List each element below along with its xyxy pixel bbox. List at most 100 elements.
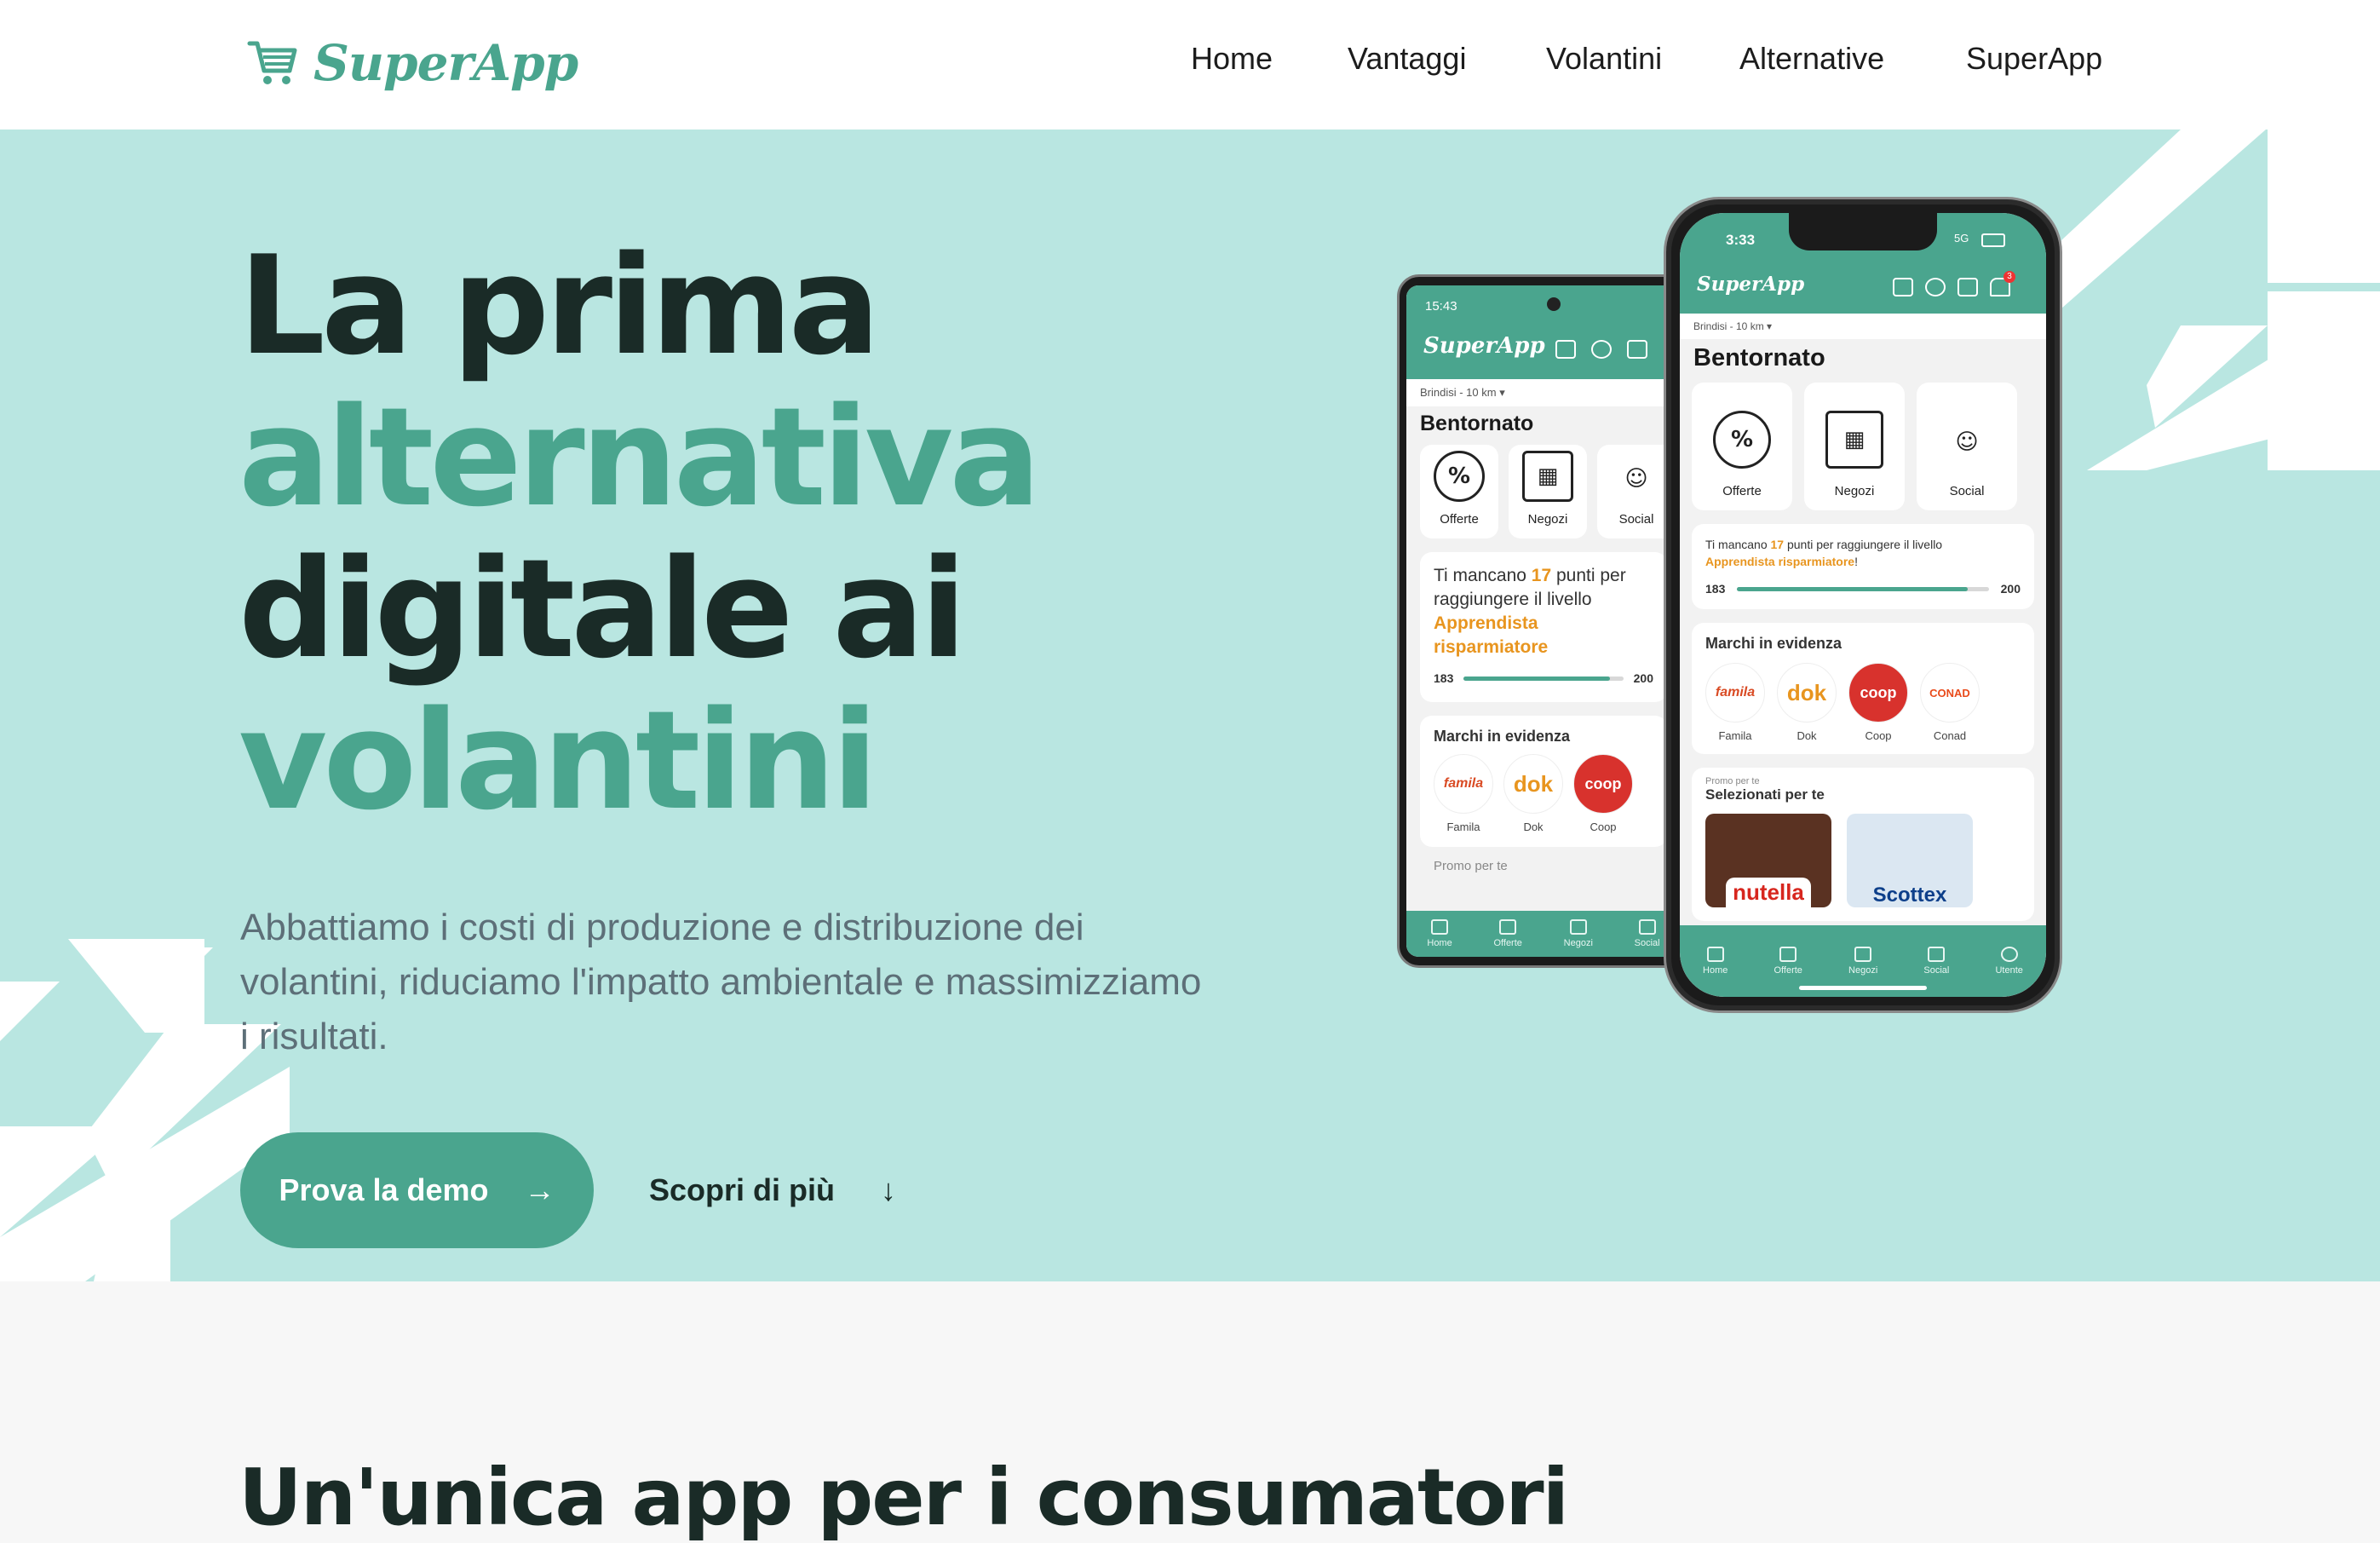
points-value: 17 — [1770, 538, 1785, 551]
search-icon — [1925, 278, 1946, 297]
learn-more-label: Scopri di più — [649, 1172, 836, 1207]
iphone-card-label: Negozi — [1834, 484, 1875, 498]
brand-conad[interactable]: CONAD Conad — [1920, 663, 1980, 742]
iphone-greeting: Bentornato — [1693, 344, 1825, 371]
android-location[interactable]: Brindisi - 10 km ▾ — [1406, 379, 1681, 406]
wallet-icon — [1555, 340, 1576, 359]
points-text: Ti mancano — [1705, 538, 1768, 551]
promo-title: Selezionati per te — [1705, 786, 1825, 803]
headline-line-4: volantini — [239, 681, 878, 840]
brand-label: Conad — [1933, 729, 1967, 742]
store-icon: ▦ — [1522, 451, 1573, 502]
tab-utente[interactable]: Utente — [1995, 947, 2023, 976]
tab-label: Offerte — [1774, 965, 1802, 976]
android-card-label: Social — [1618, 512, 1654, 527]
brands-title: Marchi in evidenza — [1705, 635, 1842, 652]
tab-negozi[interactable]: Negozi — [1848, 947, 1877, 976]
battery-icon — [1981, 233, 2005, 247]
nav-superapp[interactable]: SuperApp — [1966, 41, 2102, 77]
store-icon — [1569, 919, 1587, 935]
brand-label: Famila — [1718, 729, 1752, 742]
tab-label: Home — [1427, 938, 1452, 948]
promo-label: Promo per te — [1434, 859, 1508, 873]
points-value: 17 — [1531, 566, 1552, 585]
product-card-scottex[interactable]: Scottex — [1847, 814, 1973, 907]
android-card-negozi[interactable]: ▦ Negozi — [1509, 445, 1587, 538]
offers-icon — [1779, 947, 1797, 962]
home-icon — [1431, 919, 1449, 935]
people-icon — [1638, 919, 1656, 935]
logo-text: SuperApp — [313, 34, 578, 92]
android-app-header: 15:43 SuperApp — [1406, 285, 1681, 379]
arrow-right-icon: → — [524, 1172, 555, 1207]
iphone-brands-box: Marchi in evidenza famila Famila dok Dok… — [1692, 623, 2034, 754]
tab-offerte[interactable]: Offerte — [1774, 947, 1802, 976]
level-suffix: ! — [1854, 555, 1858, 568]
conad-logo-icon: CONAD — [1920, 663, 1980, 723]
brand-famila[interactable]: famila Famila — [1434, 754, 1493, 833]
famila-logo-icon: famila — [1434, 754, 1493, 814]
nav-alternative[interactable]: Alternative — [1739, 41, 1884, 77]
home-icon — [1706, 947, 1724, 962]
android-card-social[interactable]: ☺ Social — [1597, 445, 1676, 538]
android-app-logo: SuperApp — [1423, 333, 1545, 359]
brands-title: Marchi in evidenza — [1434, 728, 1571, 745]
try-demo-button[interactable]: Prova la demo → — [240, 1132, 594, 1248]
nav-volantini[interactable]: Volantini — [1546, 41, 1662, 77]
brand-coop[interactable]: coop Coop — [1848, 663, 1908, 742]
tab-social[interactable]: Social — [1635, 919, 1660, 948]
learn-more-button[interactable]: Scopri di più ↓ — [649, 1160, 896, 1220]
nav-vantaggi[interactable]: Vantaggi — [1348, 41, 1466, 77]
iphone-points-box: Ti mancano 17 punti per raggiungere il l… — [1692, 524, 2034, 609]
headline-line-3: digitale ai — [239, 529, 967, 688]
iphone-status-time: 3:33 — [1726, 232, 1756, 248]
headline-line-1: La prima — [239, 226, 881, 385]
iphone-card-social[interactable]: ☺ Social — [1917, 383, 2017, 510]
brand-dok[interactable]: dok Dok — [1503, 754, 1563, 833]
android-card-offerte[interactable]: % Offerte — [1420, 445, 1498, 538]
iphone-card-offerte[interactable]: % Offerte — [1692, 383, 1792, 510]
points-progress-bar — [1463, 676, 1624, 681]
points-progress-bar — [1737, 586, 1989, 591]
brand-famila[interactable]: famila Famila — [1705, 663, 1765, 742]
android-phone-mockup: 15:43 SuperApp Brindisi - 10 km ▾ Bentor… — [1397, 274, 1690, 968]
iphone-location[interactable]: Brindisi - 10 km ▾ — [1680, 314, 2046, 339]
product-card-nutella[interactable]: nutella — [1705, 814, 1831, 907]
people-icon: ☺ — [1624, 466, 1648, 492]
iphone-location-label: Brindisi - 10 km — [1693, 320, 1764, 332]
people-icon — [1928, 947, 1946, 962]
tab-label: Negozi — [1848, 965, 1878, 976]
product-name: nutella — [1726, 878, 1811, 907]
section-title: Un'unica app per i consumatori — [239, 1452, 1569, 1543]
tab-social[interactable]: Social — [1923, 947, 1949, 976]
logo[interactable]: SuperApp — [247, 34, 578, 92]
brand-dok[interactable]: dok Dok — [1777, 663, 1837, 742]
percent-icon: % — [1434, 451, 1485, 502]
brand-label: Dok — [1796, 729, 1817, 742]
cart-icon — [1957, 278, 1978, 297]
tab-negozi[interactable]: Negozi — [1564, 919, 1593, 948]
brand-label: Coop — [1865, 729, 1892, 742]
android-points-box: Ti mancano 17 punti per raggiungere il l… — [1420, 552, 1667, 702]
tab-label: Utente — [1995, 965, 2023, 976]
tab-home[interactable]: Home — [1703, 947, 1728, 976]
brand-coop[interactable]: coop Coop — [1573, 754, 1633, 833]
shopping-cart-icon — [247, 41, 297, 84]
nav-home[interactable]: Home — [1191, 41, 1273, 77]
iphone-screen: 3:33 5G SuperApp 3 Brindisi - 10 km ▾ Be… — [1680, 213, 2046, 997]
points-text: Ti mancano — [1434, 566, 1526, 585]
iphone-card-negozi[interactable]: ▦ Negozi — [1804, 383, 1905, 510]
iphone-card-label: Offerte — [1722, 484, 1762, 498]
tab-label: Offerte — [1493, 938, 1522, 948]
tab-offerte[interactable]: Offerte — [1493, 919, 1522, 948]
percent-icon: % — [1713, 411, 1771, 469]
tab-label: Social — [1923, 965, 1950, 976]
iphone-app-header: 3:33 5G SuperApp 3 — [1680, 213, 2046, 314]
tab-home[interactable]: Home — [1427, 919, 1452, 948]
try-demo-label: Prova la demo — [279, 1172, 489, 1207]
notification-badge: 3 — [2003, 271, 2015, 283]
tab-label: Home — [1703, 965, 1728, 976]
android-location-label: Brindisi - 10 km — [1420, 386, 1497, 399]
wallet-icon — [1893, 278, 1913, 297]
notch — [1789, 213, 1937, 250]
